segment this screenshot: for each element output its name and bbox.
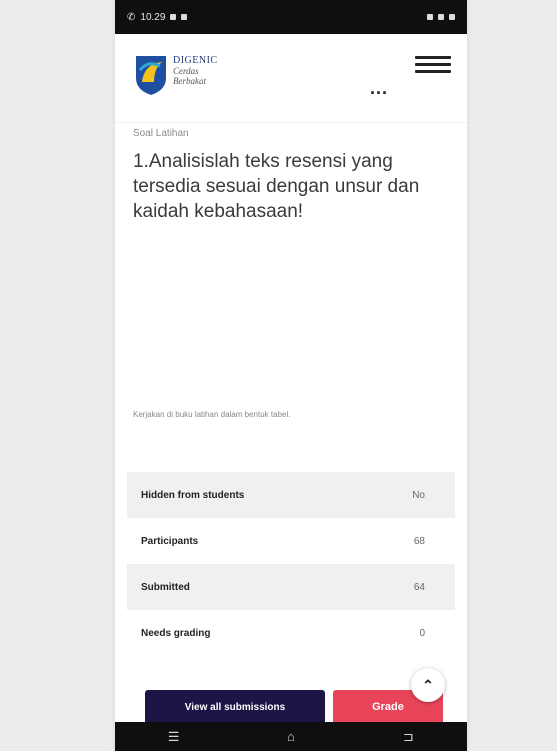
brand-text: DIGENIC Cerdas Berbakat (173, 55, 218, 87)
brand-line1: DIGENIC (173, 55, 218, 66)
system-navigation-bar: ☰ ⌂ ⊐ (115, 722, 467, 751)
brand-line2: Cerdas (173, 66, 199, 76)
app-header: DIGENIC Cerdas Berbakat ... (115, 34, 467, 123)
row-value: 0 (419, 627, 425, 639)
battery-icon (449, 14, 455, 20)
row-key: Submitted (141, 581, 190, 593)
phone-screen: ✆ 10.29 DIGENIC Cerdas Berbakat ... Soal… (115, 0, 467, 751)
wifi-icon (427, 14, 433, 20)
assignment-content: Soal Latihan 1.Analisislah teks resensi … (133, 124, 453, 224)
more-options-button[interactable]: ... (370, 78, 388, 99)
table-row: Participants 68 (127, 518, 455, 564)
status-time: 10.29 (140, 11, 166, 23)
chevron-up-icon[interactable]: ⌃ (411, 668, 445, 702)
signal-icon: ✆ (127, 11, 136, 23)
submission-summary-table: Hidden from students No Participants 68 … (127, 472, 455, 656)
status-bar: ✆ 10.29 (115, 0, 467, 34)
row-value: No (412, 489, 425, 501)
row-key: Participants (141, 535, 199, 547)
notification-icon (181, 14, 188, 20)
table-row: Hidden from students No (127, 472, 455, 518)
row-value: 68 (413, 535, 425, 547)
instruction-note: Kerjakan di buku latihan dalam bentuk ta… (133, 410, 291, 419)
recent-apps-icon[interactable]: ☰ (154, 727, 194, 747)
hamburger-menu-icon[interactable] (415, 56, 451, 74)
notification-icon (170, 14, 177, 20)
network-icon (438, 14, 444, 20)
brand-line3: Berbakat (173, 76, 206, 86)
table-row: Needs grading 0 (127, 610, 455, 656)
back-icon[interactable]: ⊐ (388, 727, 428, 747)
section-label: Soal Latihan (133, 128, 189, 139)
home-icon[interactable]: ⌂ (271, 727, 311, 747)
table-row: Submitted 64 (127, 564, 455, 610)
question-text: 1.Analisislah teks resensi yang tersedia… (133, 151, 420, 222)
row-key: Hidden from students (141, 489, 245, 501)
row-value: 64 (413, 581, 425, 593)
view-all-submissions-button[interactable]: View all submissions (145, 690, 325, 724)
row-key: Needs grading (141, 627, 211, 639)
logo-icon[interactable] (132, 52, 170, 96)
